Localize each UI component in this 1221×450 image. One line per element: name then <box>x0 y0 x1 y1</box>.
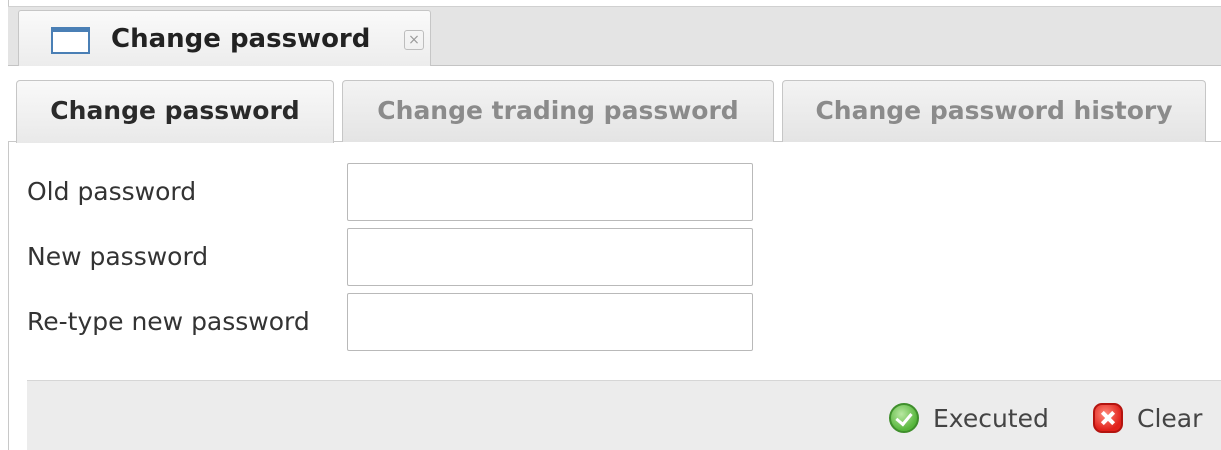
tab-change-password-history[interactable]: Change password history <box>782 80 1206 142</box>
close-icon[interactable]: × <box>404 30 424 50</box>
new-password-input[interactable] <box>347 228 753 286</box>
window-tab-strip: Change password × <box>8 6 1221 67</box>
old-password-input[interactable] <box>347 163 753 221</box>
clear-button[interactable]: Clear <box>1093 401 1202 435</box>
executed-button[interactable]: Executed <box>889 401 1049 435</box>
executed-label: Executed <box>933 403 1049 433</box>
check-circle-icon <box>889 403 919 433</box>
tab-bar: Change password Change trading password … <box>8 66 1221 143</box>
tab-change-password[interactable]: Change password <box>16 80 334 143</box>
clear-label: Clear <box>1137 403 1203 433</box>
window-tab[interactable]: Change password × <box>18 10 431 67</box>
window-icon <box>51 27 90 54</box>
retype-password-label: Re-type new password <box>27 307 310 336</box>
new-password-label: New password <box>27 242 209 271</box>
old-password-label: Old password <box>27 177 197 206</box>
retype-password-input[interactable] <box>347 293 753 351</box>
tab-change-trading-password[interactable]: Change trading password <box>342 80 774 142</box>
form-footer: Executed Clear <box>27 380 1221 450</box>
close-icon <box>1093 403 1123 433</box>
window-tab-title: Change password <box>111 24 371 54</box>
